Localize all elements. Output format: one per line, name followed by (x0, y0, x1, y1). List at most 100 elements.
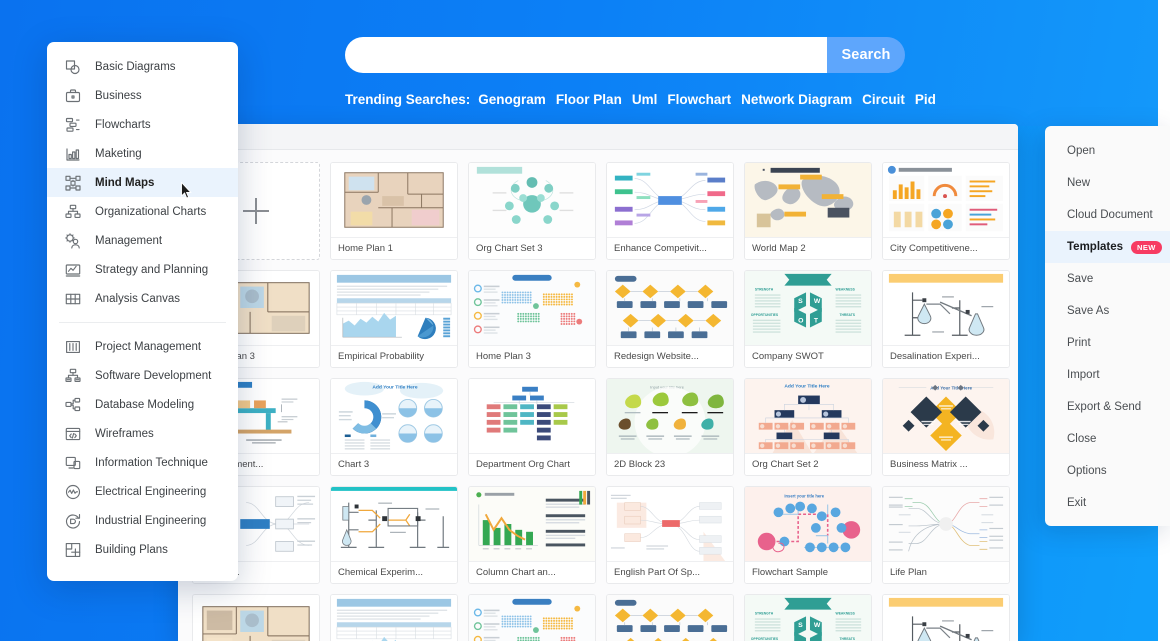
category-item-organizational-charts[interactable]: Organizational Charts (47, 197, 238, 226)
template-card[interactable]: Life Plan (882, 486, 1010, 584)
file-menu-item-cloud-document[interactable]: Cloud Document (1045, 199, 1170, 231)
template-card[interactable] (330, 594, 458, 641)
template-thumbnail: Add Your Title Here (331, 379, 457, 453)
gantt-icon (64, 338, 82, 356)
template-thumbnail (745, 163, 871, 237)
category-item-label: Business (95, 89, 142, 102)
category-item-label: Wireframes (95, 427, 154, 440)
category-item-management[interactable]: Management (47, 226, 238, 255)
template-card[interactable]: Insert your title here Flowchart Sample (744, 486, 872, 584)
mouse-cursor (181, 182, 192, 199)
trending-link-flowchart[interactable]: Flowchart (667, 92, 731, 107)
template-card[interactable] (882, 594, 1010, 641)
template-thumbnail (331, 271, 457, 345)
template-card[interactable]: Input your title here2D Block 23 (606, 378, 734, 476)
trending-searches: Trending Searches: Genogram Floor Plan Uml… (345, 90, 1045, 108)
template-thumbnail (607, 271, 733, 345)
file-menu-item-save-as[interactable]: Save As (1045, 295, 1170, 327)
flowchart-icon (64, 116, 82, 134)
category-item-label: Flowcharts (95, 118, 151, 131)
file-menu-item-save[interactable]: Save (1045, 263, 1170, 295)
category-item-basic-diagrams[interactable]: Basic Diagrams (47, 52, 238, 81)
menu-divider (59, 322, 226, 323)
category-item-project-management[interactable]: Project Management (47, 332, 238, 361)
category-item-industrial-engineering[interactable]: Industrial Engineering (47, 506, 238, 535)
template-card[interactable]: English Part Of Sp... (606, 486, 734, 584)
file-menu-item-new[interactable]: New (1045, 167, 1170, 199)
template-thumbnail (607, 487, 733, 561)
category-item-software-development[interactable]: Software Development (47, 361, 238, 390)
category-item-building-plans[interactable]: Building Plans (47, 535, 238, 564)
template-card[interactable] (468, 594, 596, 641)
svg-text:Add Your Title Here: Add Your Title Here (784, 384, 830, 390)
template-card[interactable]: Chemical Experim... (330, 486, 458, 584)
management-icon (64, 232, 82, 250)
template-title: Chart 3 (331, 453, 457, 475)
category-item-analysis-canvas[interactable]: Analysis Canvas (47, 284, 238, 313)
file-menu-item-open[interactable]: Open (1045, 135, 1170, 167)
trending-link-floor-plan[interactable]: Floor Plan (556, 92, 622, 107)
file-menu-item-export-send[interactable]: Export & Send (1045, 391, 1170, 423)
trending-link-list: Genogram Floor Plan Uml Flowchart Network Di… (478, 92, 946, 107)
category-item-label: Analysis Canvas (95, 292, 181, 305)
template-card[interactable]: Empirical Probability (330, 270, 458, 368)
trending-link-circuit[interactable]: Circuit (862, 92, 905, 107)
template-title: English Part Of Sp... (607, 561, 733, 583)
category-item-label: Management (95, 234, 163, 247)
template-title: Home Plan 3 (469, 345, 595, 367)
search-input[interactable] (345, 37, 827, 73)
trending-link-pid[interactable]: Pid (915, 92, 936, 107)
template-card[interactable]: Redesign Website... (606, 270, 734, 368)
category-item-information-technique[interactable]: Information Technique (47, 448, 238, 477)
template-card[interactable]: Column Chart an... (468, 486, 596, 584)
category-item-strategy-and-planning[interactable]: Strategy and Planning (47, 255, 238, 284)
template-card[interactable]: Add Your Title Here Chart 3 (330, 378, 458, 476)
svg-text:W: W (814, 622, 821, 629)
template-title: Home Plan 1 (331, 237, 457, 259)
template-card[interactable]: Add Your Title Here Business Matrix ... (882, 378, 1010, 476)
template-card[interactable] (192, 594, 320, 641)
category-item-electrical-engineering[interactable]: Electrical Engineering (47, 477, 238, 506)
new-badge: NEW (1131, 240, 1162, 254)
category-item-label: Information Technique (95, 456, 208, 469)
file-menu-item-import[interactable]: Import (1045, 359, 1170, 391)
svg-text:OPPORTUNITIES: OPPORTUNITIES (751, 313, 779, 317)
template-title: Org Chart Set 2 (745, 453, 871, 475)
template-card[interactable]: Enhance Competivit... (606, 162, 734, 260)
template-thumbnail (469, 595, 595, 641)
category-item-maketing[interactable]: Maketing (47, 139, 238, 168)
category-item-label: Organizational Charts (95, 205, 207, 218)
file-menu-item-print[interactable]: Print (1045, 327, 1170, 359)
category-item-mind-maps[interactable]: Mind Maps (47, 168, 238, 197)
template-card[interactable]: S W O T STRENGTH WEAKNESS OPPORTUNITIES THREATS… (744, 270, 872, 368)
template-card[interactable]: Org Chart Set 3 (468, 162, 596, 260)
template-card[interactable]: Department Org Chart (468, 378, 596, 476)
template-title: Desalination Experi... (883, 345, 1009, 367)
file-menu-item-exit[interactable]: Exit (1045, 487, 1170, 519)
file-menu-item-label: New (1067, 177, 1091, 189)
template-title: Redesign Website... (607, 345, 733, 367)
template-card[interactable]: Desalination Experi... (882, 270, 1010, 368)
category-item-wireframes[interactable]: Wireframes (47, 419, 238, 448)
grid-canvas-icon (64, 290, 82, 308)
template-card[interactable]: Add Your Title Here Org Chart Set 2 (744, 378, 872, 476)
template-card[interactable]: Home Plan 1 (330, 162, 458, 260)
template-card[interactable]: City Competitivene... (882, 162, 1010, 260)
trending-link-uml[interactable]: Uml (632, 92, 658, 107)
template-card[interactable] (606, 594, 734, 641)
category-item-database-modeling[interactable]: Database Modeling (47, 390, 238, 419)
template-card[interactable]: Home Plan 3 (468, 270, 596, 368)
template-card[interactable]: World Map 2 (744, 162, 872, 260)
category-item-label: Building Plans (95, 543, 168, 556)
file-menu-item-templates[interactable]: Templates NEW (1045, 231, 1170, 263)
trending-link-network-diagram[interactable]: Network Diagram (741, 92, 852, 107)
svg-text:O: O (798, 318, 804, 325)
template-card[interactable]: SWOTSTRENGTHWEAKNESSOPPORTUNITIESTHREATS (744, 594, 872, 641)
category-item-flowcharts[interactable]: Flowcharts (47, 110, 238, 139)
file-menu-item-close[interactable]: Close (1045, 423, 1170, 455)
trending-link-genogram[interactable]: Genogram (478, 92, 546, 107)
svg-text:WEAKNESS: WEAKNESS (836, 287, 856, 291)
file-menu-item-options[interactable]: Options (1045, 455, 1170, 487)
search-button[interactable]: Search (827, 37, 905, 73)
category-item-business[interactable]: Business (47, 81, 238, 110)
